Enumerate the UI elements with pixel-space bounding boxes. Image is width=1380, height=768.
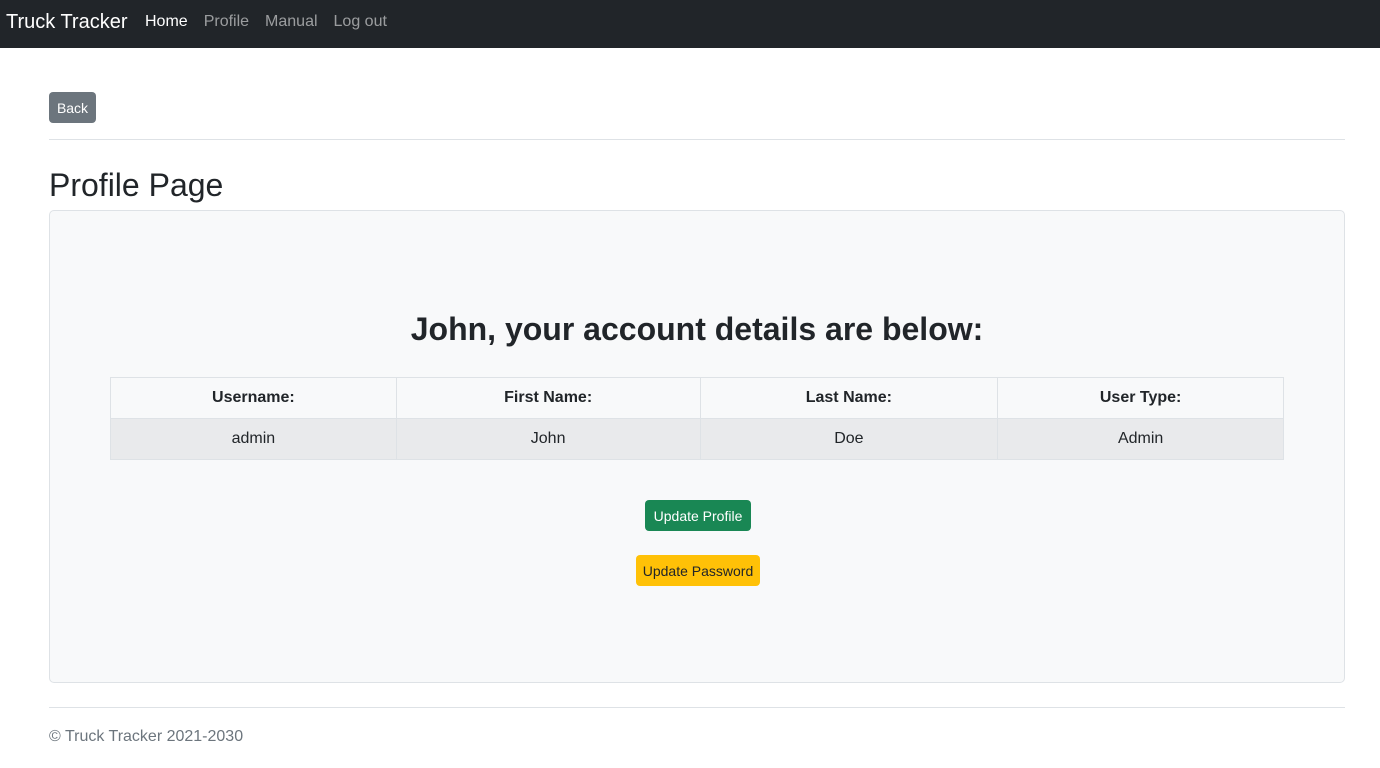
header-first-name: First Name: [395, 377, 701, 419]
footer-divider [49, 707, 1345, 708]
brand-link[interactable]: Truck Tracker [6, 10, 128, 34]
nav-profile-link[interactable]: Profile [204, 12, 249, 32]
cell-username: admin [110, 418, 397, 460]
nav-logout-link[interactable]: Log out [334, 12, 387, 32]
cell-first-name: John [395, 418, 701, 460]
table-header-row: Username: First Name: Last Name: User Ty… [110, 377, 1284, 419]
update-password-button[interactable]: Update Password [636, 555, 760, 586]
back-button[interactable]: Back [49, 92, 96, 123]
header-last-name: Last Name: [699, 377, 999, 419]
nav-home-link[interactable]: Home [145, 12, 188, 32]
header-username: Username: [110, 377, 397, 419]
top-divider [49, 139, 1345, 140]
top-navbar: Truck Tracker Home Profile Manual Log ou… [0, 0, 1380, 48]
page-title: Profile Page [49, 167, 224, 203]
update-profile-button[interactable]: Update Profile [645, 500, 751, 531]
header-user-type: User Type: [997, 377, 1284, 419]
nav-manual-link[interactable]: Manual [265, 12, 317, 32]
cell-user-type: Admin [997, 418, 1284, 460]
card-heading: John, your account details are below: [410, 311, 984, 347]
nav-links: Home Profile Manual Log out [145, 12, 403, 32]
table-row: admin John Doe Admin [110, 418, 1284, 460]
account-details-table: Username: First Name: Last Name: User Ty… [110, 377, 1284, 460]
footer-text: © Truck Tracker 2021-2030 [49, 728, 244, 745]
cell-last-name: Doe [699, 418, 999, 460]
profile-card: John, your account details are below: Us… [49, 210, 1345, 683]
